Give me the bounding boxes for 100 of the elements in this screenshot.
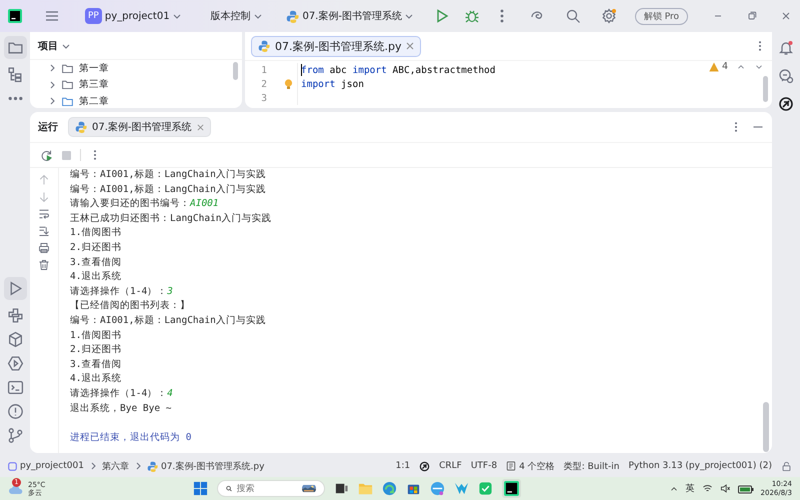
warning-count[interactable]: 4 [708, 61, 728, 72]
console-line: 3.查看借阅 [70, 256, 122, 270]
console-line: 1.借阅图书 [70, 328, 122, 343]
print-icon[interactable] [38, 242, 50, 254]
search-icon[interactable] [564, 8, 581, 24]
chat-icon[interactable] [478, 481, 493, 496]
code-line: import json [301, 78, 364, 90]
python-icon [286, 10, 300, 22]
scrollbar[interactable] [763, 402, 769, 452]
line-number: 3 [260, 92, 267, 104]
console-line: 2.归还图书 [70, 240, 122, 255]
status-item[interactable]: CRLF [439, 461, 462, 471]
task-view-icon[interactable] [334, 481, 349, 496]
tree-item[interactable]: 第一章 [30, 60, 242, 76]
python-icon [258, 40, 270, 52]
line-number: 1 [260, 64, 267, 76]
module-icon [8, 462, 17, 470]
indent-setting[interactable]: 4 个空格 [506, 460, 555, 472]
problems-icon[interactable] [6, 403, 24, 420]
ai-assistant-icon[interactable] [419, 460, 430, 472]
chevron-down-icon[interactable] [404, 12, 413, 20]
wifi-icon[interactable] [702, 483, 713, 494]
structure-icon[interactable] [6, 66, 24, 83]
chevron-right-icon[interactable] [48, 80, 56, 89]
console-line: 【已经借阅的图书列表：】 [70, 299, 191, 314]
python-console-icon[interactable] [6, 307, 24, 324]
status-item[interactable]: UTF-8 [470, 461, 498, 471]
console-line: 编号：AI001,标题：LangChain入门与实践 [70, 168, 267, 182]
upgrade-button[interactable]: 解锁 Pro [634, 8, 688, 24]
console-line: 4.退出系统 [70, 372, 122, 386]
console-line: 编号：AI001,标题：LangChain入门与实践 [70, 182, 267, 197]
vcs-menu[interactable]: 版本控制 [208, 7, 265, 25]
chevron-right-icon[interactable] [134, 462, 142, 470]
notifications-icon[interactable] [778, 40, 794, 56]
chevron-right-icon[interactable] [88, 462, 97, 470]
run-configuration[interactable]: 07.案例-图书管理系统 [283, 7, 416, 25]
git-icon[interactable] [6, 427, 24, 444]
ai-chat-icon[interactable] [778, 68, 794, 84]
panel-title: 运行 [38, 120, 58, 134]
chevron-down-icon[interactable] [254, 12, 262, 20]
breadcrumb[interactable]: py_project001 [8, 461, 84, 471]
restore-icon[interactable] [746, 10, 758, 22]
services-icon[interactable] [6, 355, 24, 372]
packages-icon[interactable] [6, 331, 24, 348]
python-icon [146, 460, 158, 472]
lightbulb-icon[interactable] [284, 79, 293, 90]
edge-icon[interactable] [382, 481, 397, 496]
soft-wrap-icon[interactable] [38, 208, 50, 220]
status-item[interactable]: Python 3.13 (py_project001) (2) [628, 461, 772, 471]
chevron-down-icon[interactable] [172, 12, 181, 20]
chevron-right-icon[interactable] [48, 64, 56, 72]
app-logo[interactable] [8, 9, 22, 23]
battery-icon[interactable] [738, 484, 754, 494]
search-icon [226, 484, 232, 493]
breadcrumb[interactable]: 07.案例-图书管理系统.py [146, 460, 264, 472]
status-item[interactable]: 类型: Built-in [564, 460, 620, 472]
console-line: 1.借阅图书 [70, 226, 122, 240]
panel-title: 项目 [38, 40, 58, 53]
project-selector[interactable]: PP py_project01 [82, 6, 184, 26]
scrollbar[interactable] [233, 62, 238, 80]
scrollbar[interactable] [763, 76, 768, 102]
ide-icon[interactable] [504, 481, 519, 496]
terminal-icon[interactable] [6, 379, 24, 396]
console-line: 请输入要归还的图书编号：AI001 [70, 197, 220, 212]
console-line: 请选择操作（1-4）：3 [70, 284, 174, 299]
scroll-to-end-icon[interactable] [38, 225, 50, 237]
close-icon[interactable] [780, 10, 792, 22]
tool-icon[interactable] [454, 481, 469, 496]
tree-item[interactable]: 第三章 [30, 76, 242, 93]
start-icon[interactable] [192, 481, 208, 496]
folder-icon[interactable] [61, 78, 74, 92]
console-line: 请选择操作（1-4）：4 [70, 386, 174, 401]
ai-assistant-icon[interactable] [778, 96, 794, 112]
document-icon [506, 461, 516, 471]
python-icon [75, 121, 87, 133]
browser-icon[interactable] [430, 481, 445, 496]
status-item[interactable]: 1:1 [396, 461, 410, 471]
close-icon[interactable] [406, 42, 414, 50]
editor-tab[interactable]: 07.案例-图书管理系统.py [251, 36, 422, 56]
lock-icon[interactable] [781, 460, 792, 472]
console-line: 2.归还图书 [70, 343, 122, 358]
tree-item[interactable]: 第二章 [30, 93, 242, 108]
console-line: 4.退出系统 [70, 270, 122, 284]
console-line: 3.查看借阅 [70, 358, 122, 372]
chevron-down-icon[interactable] [62, 42, 70, 50]
chevron-right-icon[interactable] [48, 97, 56, 106]
volume-icon[interactable] [720, 483, 731, 494]
console-line: 王林已成功归还图书：LangChain入门与实践 [70, 212, 272, 226]
close-icon[interactable] [196, 124, 204, 130]
exit-message: 进程已结束，退出代码为 0 [70, 430, 192, 445]
line-number: 2 [260, 78, 267, 90]
code-line: from abc import ABC,abstractmethod [301, 64, 496, 76]
bug-icon[interactable] [464, 8, 480, 24]
console-line: 退出系统，Bye Bye ~ [70, 402, 172, 416]
settings-icon[interactable] [600, 8, 617, 24]
delete-icon[interactable] [38, 259, 50, 271]
run-tab[interactable]: 07.案例-图书管理系统 [68, 117, 211, 137]
rerun-icon[interactable] [40, 148, 53, 162]
breadcrumb[interactable]: 第六章 [102, 460, 129, 472]
input-method[interactable]: 英 [686, 482, 695, 495]
